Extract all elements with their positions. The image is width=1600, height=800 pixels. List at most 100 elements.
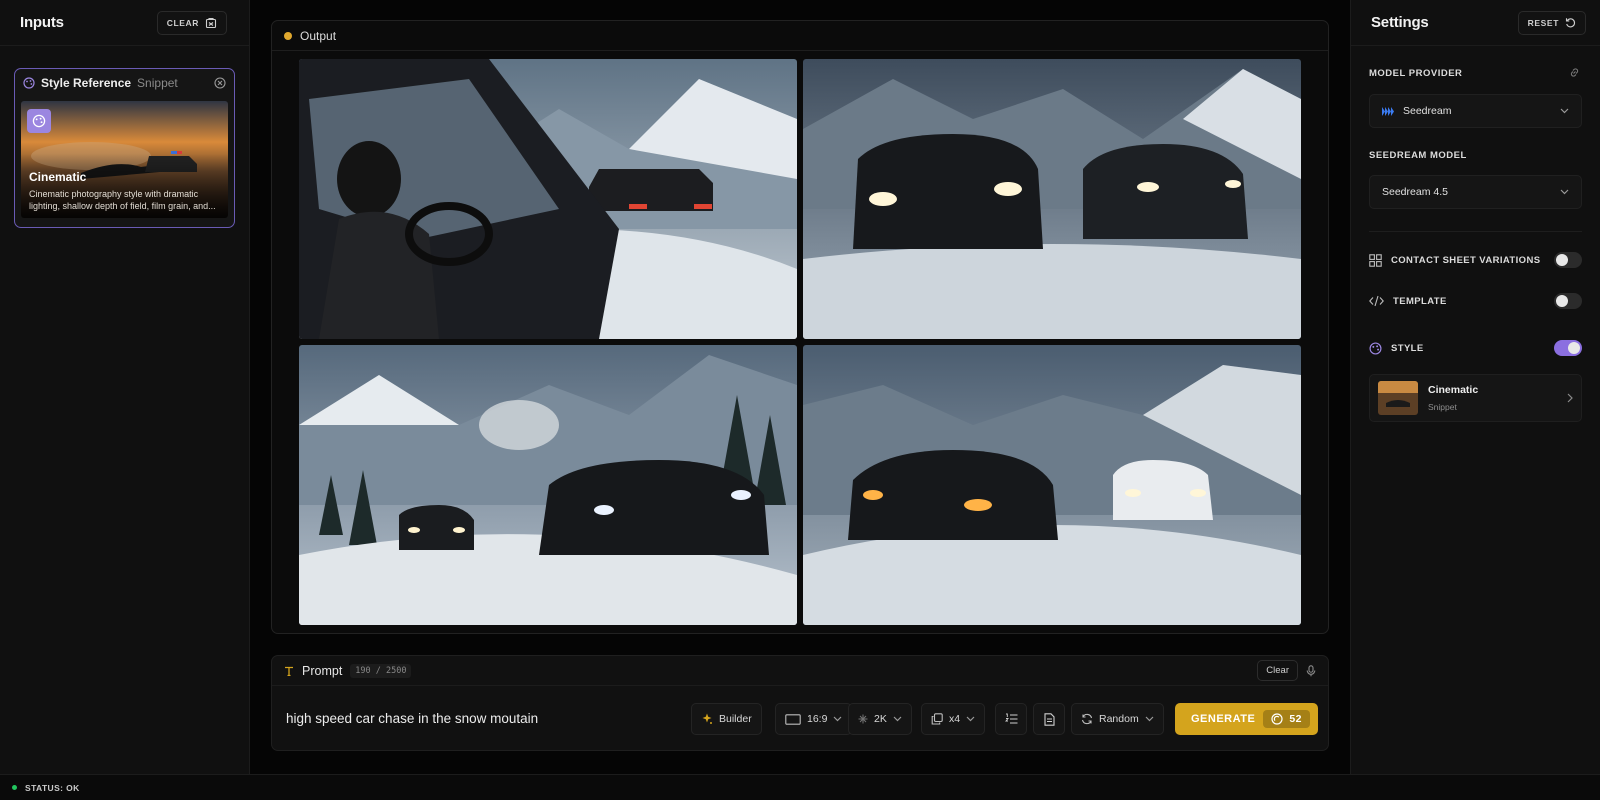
status-bar: STATUS: OK — [0, 774, 1600, 800]
app-root: Inputs CLEAR Style Reference Snippet Cin… — [0, 0, 1600, 800]
settings-panel: Settings RESET MODEL PROVIDER Seedream S… — [1350, 0, 1600, 774]
cinematic-thumbnail: Cinematic Cinematic photography style wi… — [21, 101, 228, 218]
style-reference-tag: Snippet — [137, 76, 178, 90]
output-image-1[interactable] — [299, 59, 797, 339]
document-icon — [1043, 712, 1055, 726]
selected-style-item[interactable]: Cinematic Snippet — [1369, 374, 1582, 422]
style-item-name: Cinematic — [1428, 384, 1479, 396]
sparkle-small-icon — [858, 714, 868, 724]
settings-divider — [1369, 231, 1582, 232]
model-provider-value: Seedream — [1403, 105, 1452, 117]
style-row: STYLE — [1369, 338, 1582, 358]
generate-button[interactable]: GENERATE 52 — [1175, 703, 1318, 735]
clear-inputs-button[interactable]: CLEAR — [156, 10, 227, 35]
image-count-label: x4 — [949, 713, 961, 725]
output-image-4[interactable] — [803, 345, 1301, 625]
prompt-header: Prompt 190 / 2500 Clear — [272, 656, 1328, 686]
status-text: STATUS: OK — [25, 782, 80, 793]
contact-sheet-toggle[interactable] — [1554, 252, 1582, 268]
model-provider-select[interactable]: Seedream — [1369, 94, 1582, 128]
style-thumb-text: Cinematic Cinematic photography style wi… — [29, 170, 220, 212]
resolution-select[interactable]: 2K — [848, 703, 912, 735]
chevron-down-icon — [1145, 716, 1154, 722]
template-row: TEMPLATE — [1369, 291, 1582, 311]
reset-button[interactable]: RESET — [1517, 10, 1586, 35]
output-image-grid — [299, 59, 1303, 625]
settings-header: Settings RESET — [1351, 0, 1600, 46]
style-label: STYLE — [1391, 342, 1424, 354]
output-title: Output — [300, 28, 337, 43]
chevron-down-icon — [893, 716, 902, 722]
text-icon — [284, 666, 294, 676]
style-reference-title: Style Reference — [41, 76, 132, 90]
chevron-down-icon — [966, 716, 975, 722]
seedream-model-label: SEEDREAM MODEL — [1369, 150, 1467, 161]
numbered-list-icon — [1004, 713, 1018, 725]
grid-icon — [1369, 253, 1382, 267]
chevron-right-icon — [1567, 393, 1573, 403]
credit-icon — [1271, 713, 1283, 725]
style-name: Cinematic — [29, 170, 87, 184]
sparkle-icon — [701, 713, 713, 725]
palette-icon — [1369, 341, 1382, 355]
seedream-model-select[interactable]: Seedream 4.5 — [1369, 175, 1582, 209]
image-count-select[interactable]: x4 — [921, 703, 986, 735]
style-reference-card[interactable]: Style Reference Snippet Cinematic Cinema… — [14, 68, 235, 228]
resolution-label: 2K — [874, 713, 887, 725]
style-item-thumbnail — [1378, 381, 1418, 415]
chevron-down-icon — [833, 716, 842, 722]
status-indicator — [12, 785, 17, 790]
output-image-3[interactable] — [299, 345, 797, 625]
style-badge-icon — [27, 109, 51, 133]
template-toggle[interactable] — [1554, 293, 1582, 309]
inputs-header: Inputs CLEAR — [0, 0, 249, 46]
palette-icon — [23, 77, 35, 89]
aspect-ratio-icon — [785, 713, 801, 725]
style-reference-header: Style Reference Snippet — [15, 69, 234, 97]
seed-label: Random — [1099, 713, 1139, 725]
output-header: Output — [272, 21, 1328, 51]
credit-amount: 52 — [1289, 713, 1302, 725]
style-description: Cinematic photography style with dramati… — [29, 189, 216, 211]
output-status-dot — [284, 31, 292, 40]
reset-label: RESET — [1527, 17, 1559, 28]
remove-style-icon[interactable] — [214, 77, 226, 89]
document-button[interactable] — [1033, 703, 1065, 735]
output-image-2[interactable] — [803, 59, 1301, 339]
settings-title: Settings — [1371, 14, 1429, 31]
clear-prompt-button[interactable]: Clear — [1257, 660, 1298, 681]
template-label: TEMPLATE — [1393, 295, 1447, 307]
clear-icon — [205, 17, 217, 29]
style-item-text: Cinematic Snippet — [1428, 384, 1478, 412]
prompt-input[interactable]: high speed car chase in the snow moutain — [286, 711, 538, 726]
seedream-logo-icon — [1382, 106, 1394, 116]
chevron-down-icon — [1560, 108, 1569, 114]
seedream-model-value: Seedream 4.5 — [1382, 186, 1448, 198]
prompt-panel: Prompt 190 / 2500 Clear high speed car c… — [271, 655, 1329, 751]
style-toggle[interactable] — [1554, 340, 1582, 356]
generate-label: GENERATE — [1191, 713, 1256, 725]
prompt-char-counter: 190 / 2500 — [350, 663, 412, 678]
style-item-tag: Snippet — [1428, 402, 1457, 412]
builder-label: Builder — [719, 713, 752, 725]
builder-button[interactable]: Builder — [691, 703, 762, 735]
contact-sheet-label: CONTACT SHEET VARIATIONS — [1391, 254, 1541, 266]
list-button[interactable] — [995, 703, 1027, 735]
prompt-label: Prompt — [302, 663, 343, 678]
images-icon — [931, 713, 943, 725]
credit-cost: 52 — [1263, 710, 1310, 728]
code-icon — [1369, 295, 1384, 307]
reset-icon — [1565, 17, 1576, 28]
aspect-ratio-select[interactable]: 16:9 — [775, 703, 853, 735]
clear-inputs-label: CLEAR — [166, 17, 199, 28]
refresh-icon — [1081, 713, 1093, 725]
output-panel: Output — [271, 20, 1329, 634]
link-icon[interactable] — [1569, 67, 1580, 78]
chevron-down-icon — [1560, 189, 1569, 195]
inputs-title: Inputs — [20, 14, 64, 31]
contact-sheet-row: CONTACT SHEET VARIATIONS — [1369, 250, 1582, 270]
aspect-ratio-label: 16:9 — [807, 713, 828, 725]
seed-select[interactable]: Random — [1071, 703, 1164, 735]
inputs-panel: Inputs CLEAR Style Reference Snippet Cin… — [0, 0, 250, 774]
microphone-icon[interactable] — [1306, 664, 1316, 677]
